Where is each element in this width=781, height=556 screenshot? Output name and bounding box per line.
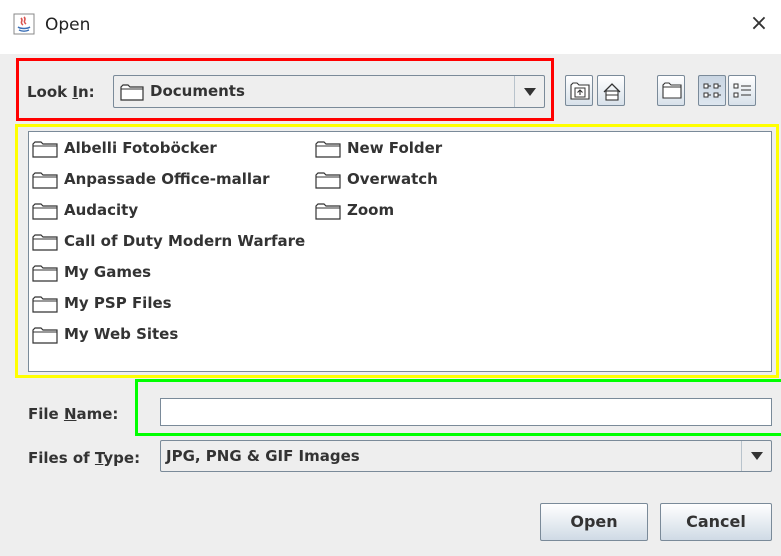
file-type-combo[interactable]: JPG, PNG & GIF Images	[160, 440, 772, 472]
open-button[interactable]: Open	[540, 503, 648, 541]
file-list[interactable]: Albelli Fotoböcker Anpassade Office-malla…	[28, 131, 772, 372]
folder-icon	[315, 172, 341, 189]
file-list-item-label: Albelli Fotoböcker	[64, 139, 217, 157]
new-folder-button[interactable]	[657, 75, 685, 106]
up-one-level-button[interactable]	[565, 75, 593, 106]
folder-icon	[32, 203, 58, 220]
folder-icon	[32, 327, 58, 344]
folder-icon	[315, 203, 341, 220]
file-list-item-label: My Games	[64, 263, 152, 281]
file-list-item-label: My PSP Files	[64, 294, 172, 312]
look-in-label: Look In:	[27, 83, 95, 101]
folder-icon	[120, 84, 144, 101]
close-button[interactable]: ×	[745, 10, 773, 38]
up-folder-icon	[570, 82, 590, 100]
details-view-button[interactable]	[728, 75, 756, 106]
new-folder-icon	[662, 82, 682, 99]
file-list-item-label: Audacity	[64, 201, 139, 219]
folder-icon	[32, 265, 58, 282]
title-bar: Open ×	[0, 0, 781, 54]
list-view-button[interactable]	[698, 75, 726, 106]
file-list-item-label: Overwatch	[347, 170, 438, 188]
file-name-label: File Name:	[28, 405, 119, 423]
file-type-dropdown-arrow[interactable]	[741, 441, 771, 471]
file-list-item-label: Zoom	[347, 201, 395, 219]
file-list-item-label: New Folder	[347, 139, 443, 157]
folder-icon	[32, 234, 58, 251]
file-list-item-label: Anpassade Office-mallar	[64, 170, 270, 188]
file-type-label: Files of Type:	[28, 449, 141, 467]
folder-icon	[32, 141, 58, 158]
list-icon	[703, 83, 721, 98]
folder-icon	[32, 296, 58, 313]
folder-icon	[315, 141, 341, 158]
file-list-item-label: My Web Sites	[64, 325, 179, 343]
home-button[interactable]	[597, 75, 625, 106]
java-app-icon	[13, 13, 35, 35]
look-in-dropdown-arrow[interactable]	[514, 76, 544, 107]
look-in-value: Documents	[150, 82, 245, 100]
chevron-down-icon	[524, 87, 536, 96]
window-title: Open	[45, 15, 91, 35]
look-in-combo[interactable]: Documents	[113, 75, 545, 108]
cancel-button[interactable]: Cancel	[660, 503, 772, 541]
file-type-value: JPG, PNG & GIF Images	[166, 447, 360, 465]
home-icon	[603, 83, 621, 101]
folder-icon	[32, 172, 58, 189]
details-icon	[733, 83, 751, 98]
file-list-item-label: Call of Duty Modern Warfare	[64, 232, 306, 250]
file-name-input[interactable]	[160, 398, 772, 426]
chevron-down-icon	[751, 452, 763, 460]
